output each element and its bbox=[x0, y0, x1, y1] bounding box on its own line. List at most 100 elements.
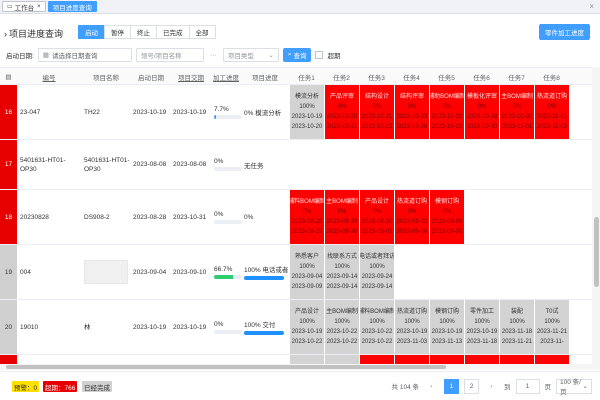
task-name: 主BOM编制 bbox=[326, 309, 358, 315]
prev-page-icon[interactable]: ‹ bbox=[424, 378, 439, 394]
table-row[interactable]: 18 20230828 DS908-2 2023-08-28 2023-10-31 0%… bbox=[0, 190, 592, 245]
header-name[interactable]: 项目名称 bbox=[81, 68, 131, 85]
task-start-date: 2023-09-02 bbox=[396, 219, 428, 225]
task-cell[interactable]: 主BOM编制 100% 2023-10-22 2023-10-22 bbox=[325, 300, 359, 354]
process-progress-bar bbox=[214, 274, 242, 279]
query-button[interactable]: ⌕ 查询 bbox=[282, 48, 312, 62]
header-process[interactable]: 加工进度 bbox=[211, 68, 241, 85]
project-code[interactable]: 004 bbox=[20, 245, 80, 299]
tab-workbench[interactable]: ▭ 工作台 × bbox=[2, 1, 46, 12]
header-start[interactable]: 启动日期 bbox=[131, 68, 171, 85]
task-cell[interactable]: 装配 100% 2023-11-18 2023-11-21 bbox=[500, 300, 534, 354]
status-all-button[interactable]: 全部 bbox=[188, 25, 216, 39]
task-cell[interactable]: 零件加工 100% 2023-10-19 2023-11-18 bbox=[465, 300, 499, 354]
header-delivery[interactable]: 项目交期 bbox=[171, 68, 211, 85]
status-completed-button[interactable]: 已完成 bbox=[156, 25, 190, 39]
close-window-icon[interactable]: × bbox=[589, 2, 594, 11]
task-cell[interactable]: 辅助BOM编制 0% 2023-10-26 2023-10-28 bbox=[430, 85, 464, 139]
page-2-button[interactable]: 2 bbox=[464, 378, 479, 394]
header-project[interactable]: 项目进度 bbox=[241, 68, 289, 85]
part-processing-progress-button[interactable]: 零件加工进度 bbox=[539, 24, 590, 40]
scroll-thumb[interactable] bbox=[594, 217, 599, 287]
task-percent: 0% bbox=[442, 104, 452, 110]
task-cell[interactable]: 热流道订购 0% 2023-11-01 2023-11-03 bbox=[535, 85, 569, 139]
page-size-select[interactable]: 100 条/页 ⌄ bbox=[556, 378, 592, 396]
task-cell[interactable]: 热流道订购 0% 2023-09-02 2023-09-06 bbox=[395, 190, 429, 244]
task-cell[interactable]: 结构设计 0% 2023-10-21 2023-10-23 bbox=[360, 85, 394, 139]
overdue-checkbox[interactable] bbox=[315, 51, 324, 59]
task-cell[interactable]: T0试 100% 2023-11-21 2023-11- bbox=[535, 300, 569, 354]
task-cell[interactable]: 主BOM编制 0% 2023-08-29 2023-08-30 bbox=[325, 190, 359, 244]
tab-bar: ▭ 工作台 × 项目进度查询 bbox=[0, 0, 600, 14]
task-cell[interactable]: 产品设计 0% 2023-08-30 2023-09-02 bbox=[360, 190, 394, 244]
scroll-thumb[interactable] bbox=[6, 365, 446, 369]
task-end-date: 2023-11-21 bbox=[501, 339, 533, 345]
task-end-date: 2023-10-20 bbox=[291, 124, 323, 130]
close-icon[interactable]: × bbox=[37, 4, 41, 10]
project-name bbox=[84, 245, 132, 299]
start-date: 2023-10-19 bbox=[133, 323, 167, 331]
delivery-date: 2023-08-08 bbox=[173, 161, 207, 168]
task-cell[interactable]: 产品设计 100% 2023-10-19 2023-10-22 bbox=[290, 300, 324, 354]
goto-page-input[interactable]: 1 bbox=[515, 378, 540, 394]
task-percent: 100% bbox=[404, 319, 420, 325]
tab-project-progress[interactable]: 项目进度查询 bbox=[47, 1, 97, 12]
task-cell[interactable]: 模流分析 100% 2023-10-19 2023-10-20 bbox=[290, 85, 324, 139]
task-name: 模流分析 bbox=[294, 94, 319, 100]
status-paused-button[interactable]: 暂停 bbox=[104, 25, 131, 39]
date-picker-input[interactable]: ▦ 请选择日期查询 bbox=[37, 48, 132, 62]
task-name: 装配 bbox=[510, 309, 523, 315]
horizontal-scrollbar[interactable] bbox=[0, 364, 592, 370]
project-code[interactable]: 5401631-HT01-OP30 bbox=[20, 140, 80, 189]
task-cell[interactable]: 主BOM编制 0% 2023-10-30 2023-11-01 bbox=[500, 85, 534, 139]
project-code[interactable]: 23-047 bbox=[20, 85, 80, 139]
task-name: 找联系方式 bbox=[326, 254, 357, 260]
header-checkbox[interactable]: ▤ bbox=[0, 68, 17, 85]
project-code[interactable]: 20230828 bbox=[20, 190, 80, 244]
vertical-scrollbar[interactable] bbox=[592, 67, 600, 370]
task-end-date: 2023-11- bbox=[540, 339, 564, 345]
task-start-date: 2023-10-23 bbox=[396, 114, 428, 120]
task-cell[interactable]: 辅料BOM编制 0% 2023-08-28 2023-08-29 bbox=[290, 190, 324, 244]
task-name: 模钢订购 bbox=[434, 309, 459, 315]
more-icon[interactable]: ··· bbox=[210, 52, 217, 59]
task-cell[interactable]: 熟悉客户 100% 2023-09-04 2023-09-09 bbox=[290, 245, 324, 299]
project-code[interactable]: 19010 bbox=[20, 300, 80, 354]
task-cell[interactable]: 找联系方式 100% 2023-09-14 2023-09-14 bbox=[325, 245, 359, 299]
task-name: 零件加工 bbox=[469, 309, 494, 315]
chevron-right-icon: › bbox=[4, 29, 7, 39]
overdue-count-badge: 超期：766 bbox=[43, 381, 78, 392]
table-row[interactable]: 16 23-047 TH22 2023-10-19 2023-10-19 7.7% 0%… bbox=[0, 85, 592, 140]
task-percent: 100% bbox=[334, 319, 350, 325]
status-running-button[interactable]: 启动 bbox=[78, 25, 105, 39]
task-cell[interactable]: 模钢订购 100% 2023-10-19 2023-11-13 bbox=[430, 300, 464, 354]
task-start-date: 2023-10-19 bbox=[291, 114, 323, 120]
task-percent: 0% bbox=[337, 104, 347, 110]
next-page-icon[interactable]: › bbox=[484, 378, 499, 394]
task-cell[interactable]: 模钢订购 0% 2023-09-06 2023-09-09 bbox=[430, 190, 464, 244]
table-header: ▤ 编号 项目名称 启动日期 项目交期 加工进度 项目进度 任务1 任务2 任务… bbox=[0, 68, 592, 85]
keyword-input[interactable]: 领号/项目名称 bbox=[135, 48, 204, 62]
table-row[interactable]: 19 004 2023-09-04 2023-09-10 66.7% 100% 电话或… bbox=[0, 245, 592, 300]
task-percent: 100% bbox=[299, 104, 315, 110]
task-cell[interactable]: 结构评审 0% 2023-10-23 2023-10-26 bbox=[395, 85, 429, 139]
task-cell[interactable]: 辅料BOM编制 100% 2023-10-22 2023-10-22 bbox=[360, 300, 394, 354]
task-end-date: 2023-09-02 bbox=[361, 229, 393, 235]
header-code[interactable]: 编号 bbox=[17, 68, 81, 85]
header-task-2: 任务2 bbox=[333, 74, 350, 82]
project-name: DS908-2 bbox=[84, 213, 110, 221]
table-row[interactable]: 20 19010 林 2023-10-19 2023-10-19 0% 100% 交付 … bbox=[0, 300, 592, 355]
task-name: 主BOM编制 bbox=[501, 94, 533, 100]
calendar-icon: ▦ bbox=[42, 52, 49, 59]
task-cell[interactable]: 热流道订购 100% 2023-10-19 2023-11-03 bbox=[395, 300, 429, 354]
task-percent: 0% bbox=[477, 104, 487, 110]
task-end-date: 2023-10-23 bbox=[361, 124, 393, 130]
project-type-select[interactable]: 项目类型 ⌄ bbox=[222, 48, 279, 62]
status-terminated-button[interactable]: 终止 bbox=[130, 25, 157, 39]
task-cell[interactable]: 电话或者拜访 100% 2023-09-24 2023-09-14 bbox=[360, 245, 394, 299]
task-name: 电话或者拜访 bbox=[360, 254, 394, 260]
page-1-button[interactable]: 1 bbox=[444, 378, 459, 394]
task-cell[interactable]: 产品评审 0% 2023-10-20 2023-10-21 bbox=[325, 85, 359, 139]
task-cell[interactable]: 模板化评审 0% 2023-10-28 2023-10-30 bbox=[465, 85, 499, 139]
table-row[interactable]: 17 5401631-HT01-OP30 5401631-HT01-OP30 2023… bbox=[0, 140, 592, 190]
